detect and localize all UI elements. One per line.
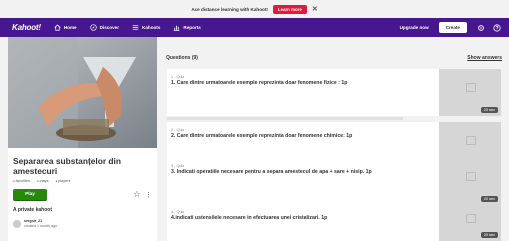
players-count: players bbox=[56, 179, 70, 183]
nav-reports[interactable]: Reports bbox=[173, 24, 201, 31]
nav-discover[interactable]: Discover bbox=[89, 24, 120, 31]
more-options-icon[interactable]: ⋮ bbox=[145, 191, 152, 199]
chart-icon bbox=[174, 25, 180, 31]
help-icon[interactable] bbox=[493, 23, 501, 32]
kahoot-logo[interactable]: Kahoot! bbox=[12, 23, 41, 32]
question-type: 1 - Quiz bbox=[171, 75, 185, 79]
promo-banner: Ace distance learning with Kahoot! Learn… bbox=[0, 0, 509, 18]
question-image: 20 sec bbox=[439, 204, 501, 241]
question-card[interactable]: 3 - Quiz 3. Indicati operatiile necesare… bbox=[167, 158, 501, 205]
nav-discover-label: Discover bbox=[99, 25, 120, 30]
show-answers-link[interactable]: Show answers bbox=[467, 55, 502, 61]
play-button[interactable]: Play bbox=[13, 189, 47, 200]
question-text: 3. Indicati operatiile necesare pentru a… bbox=[171, 169, 372, 175]
kahoot-title: Separarea substanțelor din amestecuri bbox=[13, 156, 121, 176]
kahoot-actions: Play ☆ ⋮ bbox=[13, 189, 157, 200]
kahoot-stats: favorites plays players bbox=[13, 179, 157, 183]
cover-image bbox=[8, 37, 157, 148]
kahoot-details-panel: Separarea substanțelor din amestecuri fa… bbox=[8, 37, 157, 241]
question-type: 4 - Quiz bbox=[171, 210, 185, 214]
image-placeholder-icon bbox=[466, 172, 476, 181]
avatar bbox=[13, 219, 21, 228]
promo-text: Ace distance learning with Kahoot! bbox=[191, 6, 268, 12]
favorites-count: favorites bbox=[13, 179, 30, 183]
list-icon bbox=[132, 25, 139, 30]
question-type: 2 - Quiz bbox=[171, 128, 185, 132]
gear-icon[interactable] bbox=[477, 24, 485, 32]
question-text: 4.indicati ustensilele necesare in efect… bbox=[171, 215, 328, 221]
visibility-label: A private kahoot bbox=[13, 207, 52, 213]
question-text: 1. Care dintre urmatoarele exemple repre… bbox=[171, 80, 348, 86]
question-card[interactable]: 1 - Quiz 1. Care dintre urmatoarele exem… bbox=[167, 69, 501, 116]
plays-count: plays bbox=[37, 179, 49, 183]
question-type: 3 - Quiz bbox=[171, 164, 185, 168]
nav-kahoots-label: Kahoots bbox=[142, 25, 161, 30]
questions-header: Questions (9) Show answers bbox=[163, 50, 509, 66]
time-limit-badge: 20 sec bbox=[480, 107, 498, 113]
questions-panel: Questions (9) Show answers 1 - Quiz 1. C… bbox=[163, 37, 509, 241]
lab-photo bbox=[8, 37, 157, 148]
image-placeholder-icon bbox=[466, 83, 476, 92]
created-date: created 1 month ago bbox=[24, 223, 57, 228]
owner-info[interactable]: sergiur_21 created 1 month ago bbox=[13, 219, 157, 228]
nav-reports-label: Reports bbox=[183, 25, 201, 30]
image-placeholder-icon bbox=[466, 136, 476, 145]
star-icon[interactable]: ☆ bbox=[133, 190, 141, 199]
time-limit-badge: 20 sec bbox=[480, 232, 498, 238]
top-navbar: Kahoot! Home Discover Kahoots Reports Up… bbox=[0, 18, 509, 37]
home-icon bbox=[54, 24, 61, 31]
question-divider bbox=[167, 117, 403, 120]
compass-icon bbox=[89, 24, 97, 31]
create-button[interactable]: Create bbox=[438, 22, 467, 33]
upgrade-button[interactable]: Upgrade now bbox=[400, 25, 429, 30]
question-card[interactable]: 4 - Quiz 4.indicati ustensilele necesare… bbox=[167, 204, 501, 241]
question-image: 20 sec bbox=[439, 158, 501, 205]
nav-home[interactable]: Home bbox=[54, 24, 77, 31]
learn-more-button[interactable]: Learn more bbox=[272, 4, 307, 14]
close-icon[interactable]: ✕ bbox=[312, 6, 318, 13]
question-text: 2. Care dintre urmatoarele exemple repre… bbox=[171, 133, 353, 139]
questions-count: Questions (9) bbox=[166, 55, 198, 61]
nav-home-label: Home bbox=[63, 25, 77, 30]
question-image: 20 sec bbox=[439, 69, 501, 116]
nav-kahoots[interactable]: Kahoots bbox=[132, 24, 160, 31]
time-limit-badge: 20 sec bbox=[480, 196, 498, 202]
image-placeholder-icon bbox=[466, 214, 476, 223]
